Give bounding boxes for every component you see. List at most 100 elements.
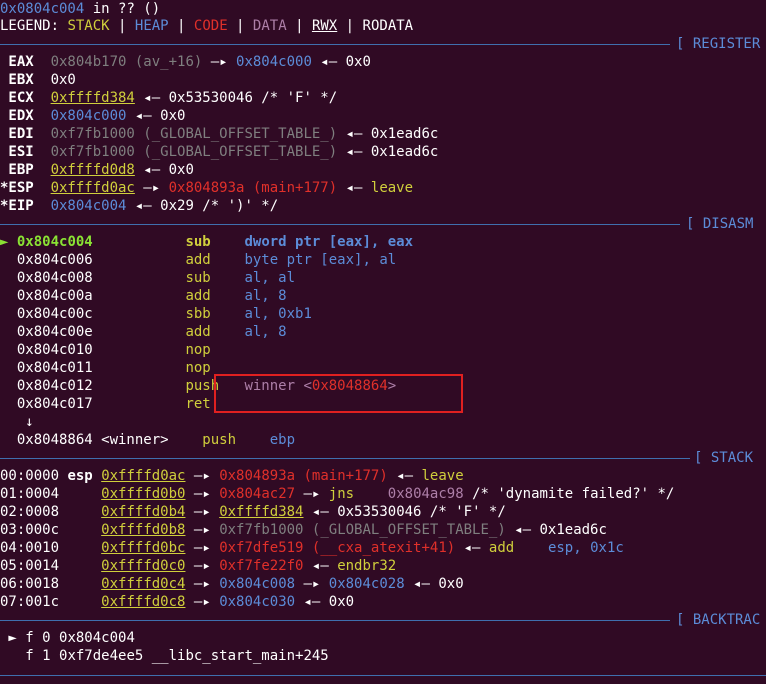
disasm-address: 0x804c00e (16, 324, 93, 340)
disasm-mnemonic: add (185, 288, 211, 304)
backtrace-frame: f 1 0xf7de4ee5 __libc_start_main+245 (25, 648, 329, 664)
stack-address: 0xffffd0b4 (101, 504, 186, 520)
disasm-operands: byte ptr [eax], al (244, 252, 397, 268)
reg-deref: 0x1ead6c (370, 126, 439, 142)
arrow: —▸ (185, 540, 220, 556)
stack-address: 0xffffd0c8 (101, 594, 186, 610)
reg-value: 0xffffd384 (50, 90, 135, 106)
disasm-address: 0x804c008 (16, 270, 93, 286)
disasm-mnemonic: sub (185, 234, 211, 250)
reg-ebx: EBX 0x0 (0, 71, 76, 89)
backtrace-row: f 1 0xf7de4ee5 __libc_start_main+245 (0, 647, 329, 665)
stack-value: 0x804c008 (219, 576, 296, 592)
disasm-address: 0x804c010 (16, 342, 93, 358)
disasm-mnemonic: nop (185, 360, 211, 376)
legend-code: CODE (193, 18, 228, 34)
disasm-address: 0x804c00a (16, 288, 93, 304)
reg-value: 0xffffd0ac (50, 180, 135, 196)
stack-row: 02:0008 0xffffd0b4 —▸ 0xffffd384 ◂— 0x53… (0, 503, 506, 521)
reg-deref: 0x804893a (main+177) (168, 180, 338, 196)
current-instruction-marker: ► (0, 234, 9, 250)
disasm-address: 0x804c017 (16, 396, 93, 412)
arrow: ◂— (337, 144, 371, 160)
reg-value: 0x804c000 (50, 108, 127, 124)
disasm-address: 0x804c011 (16, 360, 93, 376)
arrow: ◂— (455, 540, 489, 556)
backtrace-frame: f 0 0x804c004 (25, 630, 135, 646)
legend-sep: | (337, 18, 363, 34)
reg-value: 0xf7fb1000 (_GLOBAL_OFFSET_TABLE_) (50, 126, 338, 142)
reg-ecx: ECX 0xffffd384 ◂— 0x53530046 /* 'F' */ (0, 89, 337, 107)
arrow: —▸ (185, 486, 220, 502)
reg-esi: ESI 0xf7fb1000 (_GLOBAL_OFFSET_TABLE_) ◂… (0, 143, 438, 161)
flow-arrow: ↓ (0, 413, 34, 431)
disasm-row: 0x804c00c sbb al, 0xb1 (0, 305, 312, 323)
separator-rule (0, 224, 680, 225)
stack-index: 03:000c (0, 522, 60, 538)
down-arrow-icon: ↓ (25, 414, 34, 430)
reg-deref: 0x1ead6c (370, 144, 439, 160)
stack-index: 06:0018 (0, 576, 60, 592)
terminal[interactable]: 0x0804c004 in ?? () LEGEND: STACK | HEAP… (0, 0, 766, 677)
stack-index: 04:0010 (0, 540, 60, 556)
reg-deref: leave (370, 180, 414, 196)
stack-index: 07:001c (0, 594, 60, 610)
separator-rule (0, 620, 670, 621)
legend-rodata: RODATA (362, 18, 414, 34)
reg-name: *EIP (0, 198, 34, 214)
register-title: [ REGISTER (676, 36, 761, 52)
stack-address: 0xffffd0b8 (101, 522, 186, 538)
disasm-row: 0x804c010 nop (0, 341, 211, 359)
backtrace-row: ► f 0 0x804c004 (0, 629, 135, 647)
arrow: —▸ (185, 558, 220, 574)
stack-register: esp (67, 468, 93, 484)
backtrace-title: [ BACKTRAC (676, 612, 761, 628)
stack-value: 0xf7fb1000 (_GLOBAL_OFFSET_TABLE_) (219, 522, 506, 538)
bottom-separator (0, 666, 766, 684)
highlight-box (214, 374, 463, 413)
stack-deref: 0x804ac98 (387, 486, 464, 502)
disasm-row-current: ► 0x804c004 sub dword ptr [eax], eax (0, 233, 413, 251)
reg-deref: 0x53530046 /* 'F' */ (168, 90, 338, 106)
stack-value: 0xf7dfe519 (__cxa_atexit+41) (219, 540, 456, 556)
arrow: ◂— (311, 54, 346, 70)
stack-deref: leave (421, 468, 464, 484)
arrow: —▸ (185, 468, 220, 484)
arrow: ◂— (295, 594, 329, 610)
stack-row: 04:0010 0xffffd0bc —▸ 0xf7dfe519 (__cxa_… (0, 539, 624, 557)
arrow: ◂— (404, 576, 439, 592)
backtrace-header: [ BACKTRAC (0, 611, 766, 629)
legend-sep: | (109, 18, 135, 34)
separator-rule (0, 44, 670, 45)
stop-location: 0x0804c004 in ?? () (0, 0, 160, 18)
disasm-operands: dword ptr [eax], eax (244, 234, 414, 250)
disasm-mnemonic: sub (185, 270, 211, 286)
arrow: ◂— (337, 180, 371, 196)
stack-address: 0xffffd0b0 (101, 486, 186, 502)
reg-value: 0x0 (50, 72, 76, 88)
register-header: [ REGISTER (0, 35, 766, 53)
stack-row: 06:0018 0xffffd0c4 —▸ 0x804c008 —▸ 0x804… (0, 575, 464, 593)
disasm-operands: ebp (269, 432, 296, 448)
stack-deref: 0x53530046 /* 'F' */ (337, 504, 506, 520)
reg-deref: 0x804c000 (236, 54, 312, 70)
arrow: ◂— (303, 558, 338, 574)
reg-deref: 0x29 /* ')' */ (160, 198, 279, 214)
arrow: ◂— (134, 90, 169, 106)
arrow: ◂— (303, 504, 338, 520)
disasm-address: 0x804c004 (16, 234, 93, 250)
arrow: ◂— (505, 522, 540, 538)
reg-ebp: EBP 0xffffd0d8 ◂— 0x0 (0, 161, 194, 179)
reg-deref: 0x0 (168, 162, 194, 178)
disasm-header: [ DISASM (0, 215, 766, 233)
arrow: ◂— (126, 108, 161, 124)
disasm-operands: al, 0xb1 (244, 306, 312, 322)
disasm-row: 0x804c00a add al, 8 (0, 287, 287, 305)
reg-deref: 0x0 (160, 108, 186, 124)
frame-marker (0, 648, 25, 664)
reg-name: EDI (0, 126, 34, 142)
arrow: ◂— (337, 126, 371, 142)
reg-value: 0x804c004 (50, 198, 127, 214)
stack-deref: 0x804c028 (328, 576, 405, 592)
disasm-address: 0x8048864 (16, 432, 93, 448)
